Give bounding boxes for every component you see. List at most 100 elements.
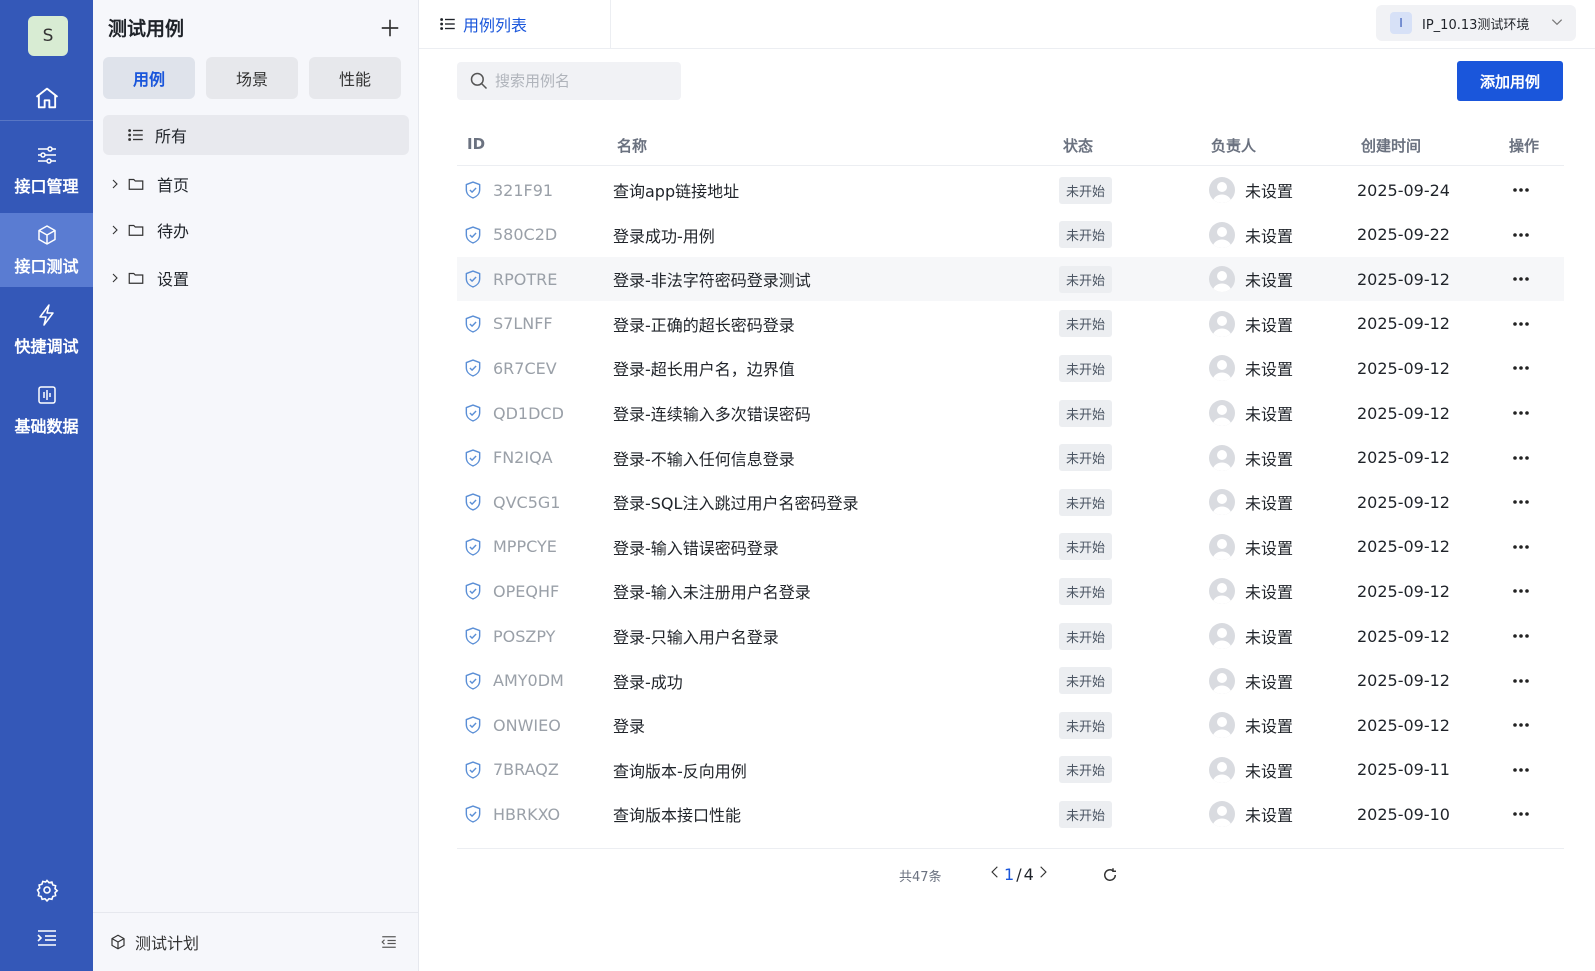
rail-item-base-data[interactable]: 基础数据: [0, 373, 93, 447]
row-actions-button[interactable]: [1507, 569, 1535, 613]
case-name[interactable]: 登录-只输入用户名登录: [613, 614, 779, 658]
home-button[interactable]: [0, 76, 93, 120]
table-row[interactable]: ONWIEO 登录 未开始 未设置 2025-09-12: [457, 703, 1564, 747]
prev-page-button[interactable]: [988, 864, 1002, 884]
refresh-button[interactable]: [1101, 866, 1119, 888]
status-badge[interactable]: 未开始: [1059, 221, 1113, 249]
case-name[interactable]: 登录-非法字符密码登录测试: [613, 257, 811, 301]
owner-cell[interactable]: 未设置: [1209, 213, 1293, 257]
table-row[interactable]: QVC5G1 登录-SQL注入跳过用户名密码登录 未开始 未设置 2025-09-12: [457, 480, 1564, 524]
case-name[interactable]: 登录: [613, 703, 645, 747]
case-name[interactable]: 查询app链接地址: [613, 168, 739, 212]
case-name[interactable]: 登录-连续输入多次错误密码: [613, 391, 811, 435]
rail-item-api-testing[interactable]: 接口测试: [0, 213, 93, 287]
environment-selector[interactable]: I IP_10.13测试环境: [1376, 5, 1576, 41]
test-plan-link[interactable]: 测试计划: [93, 912, 418, 971]
case-name[interactable]: 登录成功-用例: [613, 213, 715, 257]
owner-cell[interactable]: 未设置: [1209, 257, 1293, 301]
row-actions-button[interactable]: [1507, 703, 1535, 747]
status-badge[interactable]: 未开始: [1059, 577, 1113, 605]
case-name[interactable]: 查询版本接口性能: [613, 792, 741, 836]
segment-scenarios[interactable]: 场景: [206, 57, 298, 99]
status-badge[interactable]: 未开始: [1059, 756, 1113, 784]
table-row[interactable]: 321F91 查询app链接地址 未开始 未设置 2025-09-24: [457, 168, 1564, 212]
row-actions-button[interactable]: [1507, 346, 1535, 390]
owner-cell[interactable]: 未设置: [1209, 792, 1293, 836]
table-row[interactable]: FN2IQA 登录-不输入任何信息登录 未开始 未设置 2025-09-12: [457, 436, 1564, 480]
owner-cell[interactable]: 未设置: [1209, 659, 1293, 703]
row-actions-button[interactable]: [1507, 168, 1535, 212]
column-header-name[interactable]: 名称: [617, 135, 647, 156]
row-actions-button[interactable]: [1507, 302, 1535, 346]
owner-cell[interactable]: 未设置: [1209, 525, 1293, 569]
case-name[interactable]: 登录-输入未注册用户名登录: [613, 569, 811, 613]
search-box[interactable]: [457, 62, 681, 100]
table-row[interactable]: QD1DCD 登录-连续输入多次错误密码 未开始 未设置 2025-09-12: [457, 391, 1564, 435]
workspace-avatar[interactable]: S: [28, 16, 68, 56]
row-actions-button[interactable]: [1507, 659, 1535, 703]
row-actions-button[interactable]: [1507, 525, 1535, 569]
case-name[interactable]: 登录-不输入任何信息登录: [613, 436, 795, 480]
column-header-created[interactable]: 创建时间: [1361, 135, 1421, 156]
tree-item-all[interactable]: 所有: [103, 115, 409, 155]
tree-folder[interactable]: 首页: [109, 168, 389, 200]
row-actions-button[interactable]: [1507, 391, 1535, 435]
table-row[interactable]: AMY0DM 登录-成功 未开始 未设置 2025-09-12: [457, 659, 1564, 703]
table-row[interactable]: MPPCYE 登录-输入错误密码登录 未开始 未设置 2025-09-12: [457, 525, 1564, 569]
settings-button[interactable]: [0, 870, 93, 910]
owner-cell[interactable]: 未设置: [1209, 480, 1293, 524]
search-input[interactable]: [495, 72, 675, 90]
owner-cell[interactable]: 未设置: [1209, 391, 1293, 435]
tree-folder[interactable]: 待办: [109, 214, 389, 246]
add-folder-button[interactable]: [376, 14, 404, 42]
segment-performance[interactable]: 性能: [309, 57, 401, 99]
status-badge[interactable]: 未开始: [1059, 622, 1113, 650]
add-case-button[interactable]: 添加用例: [1457, 61, 1563, 101]
table-row[interactable]: S7LNFF 登录-正确的超长密码登录 未开始 未设置 2025-09-12: [457, 302, 1564, 346]
tree-folder[interactable]: 设置: [109, 262, 389, 294]
rail-item-api-management[interactable]: 接口管理: [0, 133, 93, 207]
expand-menu-button[interactable]: [0, 918, 93, 958]
column-header-owner[interactable]: 负责人: [1211, 135, 1256, 156]
collapse-sidebar-button[interactable]: [380, 933, 398, 955]
case-name[interactable]: 登录-超长用户名，边界值: [613, 346, 795, 390]
status-badge[interactable]: 未开始: [1059, 310, 1113, 338]
rail-item-quick-debug[interactable]: 快捷调试: [0, 293, 93, 367]
owner-cell[interactable]: 未设置: [1209, 703, 1293, 747]
table-row[interactable]: 580C2D 登录成功-用例 未开始 未设置 2025-09-22: [457, 213, 1564, 257]
status-badge[interactable]: 未开始: [1059, 800, 1113, 828]
status-badge[interactable]: 未开始: [1059, 444, 1113, 472]
row-actions-button[interactable]: [1507, 792, 1535, 836]
case-name[interactable]: 登录-成功: [613, 659, 683, 703]
case-name[interactable]: 查询版本-反向用例: [613, 748, 747, 792]
owner-cell[interactable]: 未设置: [1209, 748, 1293, 792]
owner-cell[interactable]: 未设置: [1209, 436, 1293, 480]
row-actions-button[interactable]: [1507, 257, 1535, 301]
table-row[interactable]: OPEQHF 登录-输入未注册用户名登录 未开始 未设置 2025-09-12: [457, 569, 1564, 613]
owner-cell[interactable]: 未设置: [1209, 569, 1293, 613]
status-badge[interactable]: 未开始: [1059, 265, 1113, 293]
row-actions-button[interactable]: [1507, 436, 1535, 480]
case-name[interactable]: 登录-输入错误密码登录: [613, 525, 779, 569]
owner-cell[interactable]: 未设置: [1209, 302, 1293, 346]
owner-cell[interactable]: 未设置: [1209, 346, 1293, 390]
tab-case-list[interactable]: 用例列表: [419, 0, 611, 48]
column-header-status[interactable]: 状态: [1063, 135, 1093, 156]
column-header-id[interactable]: ID: [467, 135, 485, 153]
table-row[interactable]: 6R7CEV 登录-超长用户名，边界值 未开始 未设置 2025-09-12: [457, 346, 1564, 390]
table-row[interactable]: 7BRAQZ 查询版本-反向用例 未开始 未设置 2025-09-11: [457, 748, 1564, 792]
status-badge[interactable]: 未开始: [1059, 711, 1113, 739]
segment-cases[interactable]: 用例: [103, 57, 195, 99]
status-badge[interactable]: 未开始: [1059, 533, 1113, 561]
row-actions-button[interactable]: [1507, 748, 1535, 792]
table-row[interactable]: POSZPY 登录-只输入用户名登录 未开始 未设置 2025-09-12: [457, 614, 1564, 658]
status-badge[interactable]: 未开始: [1059, 488, 1113, 516]
owner-cell[interactable]: 未设置: [1209, 614, 1293, 658]
table-row[interactable]: RPOTRE 登录-非法字符密码登录测试 未开始 未设置 2025-09-12: [457, 257, 1564, 302]
status-badge[interactable]: 未开始: [1059, 354, 1113, 382]
status-badge[interactable]: 未开始: [1059, 399, 1113, 427]
status-badge[interactable]: 未开始: [1059, 667, 1113, 695]
row-actions-button[interactable]: [1507, 480, 1535, 524]
row-actions-button[interactable]: [1507, 213, 1535, 257]
table-row[interactable]: HBRKXO 查询版本接口性能 未开始 未设置 2025-09-10: [457, 792, 1564, 836]
